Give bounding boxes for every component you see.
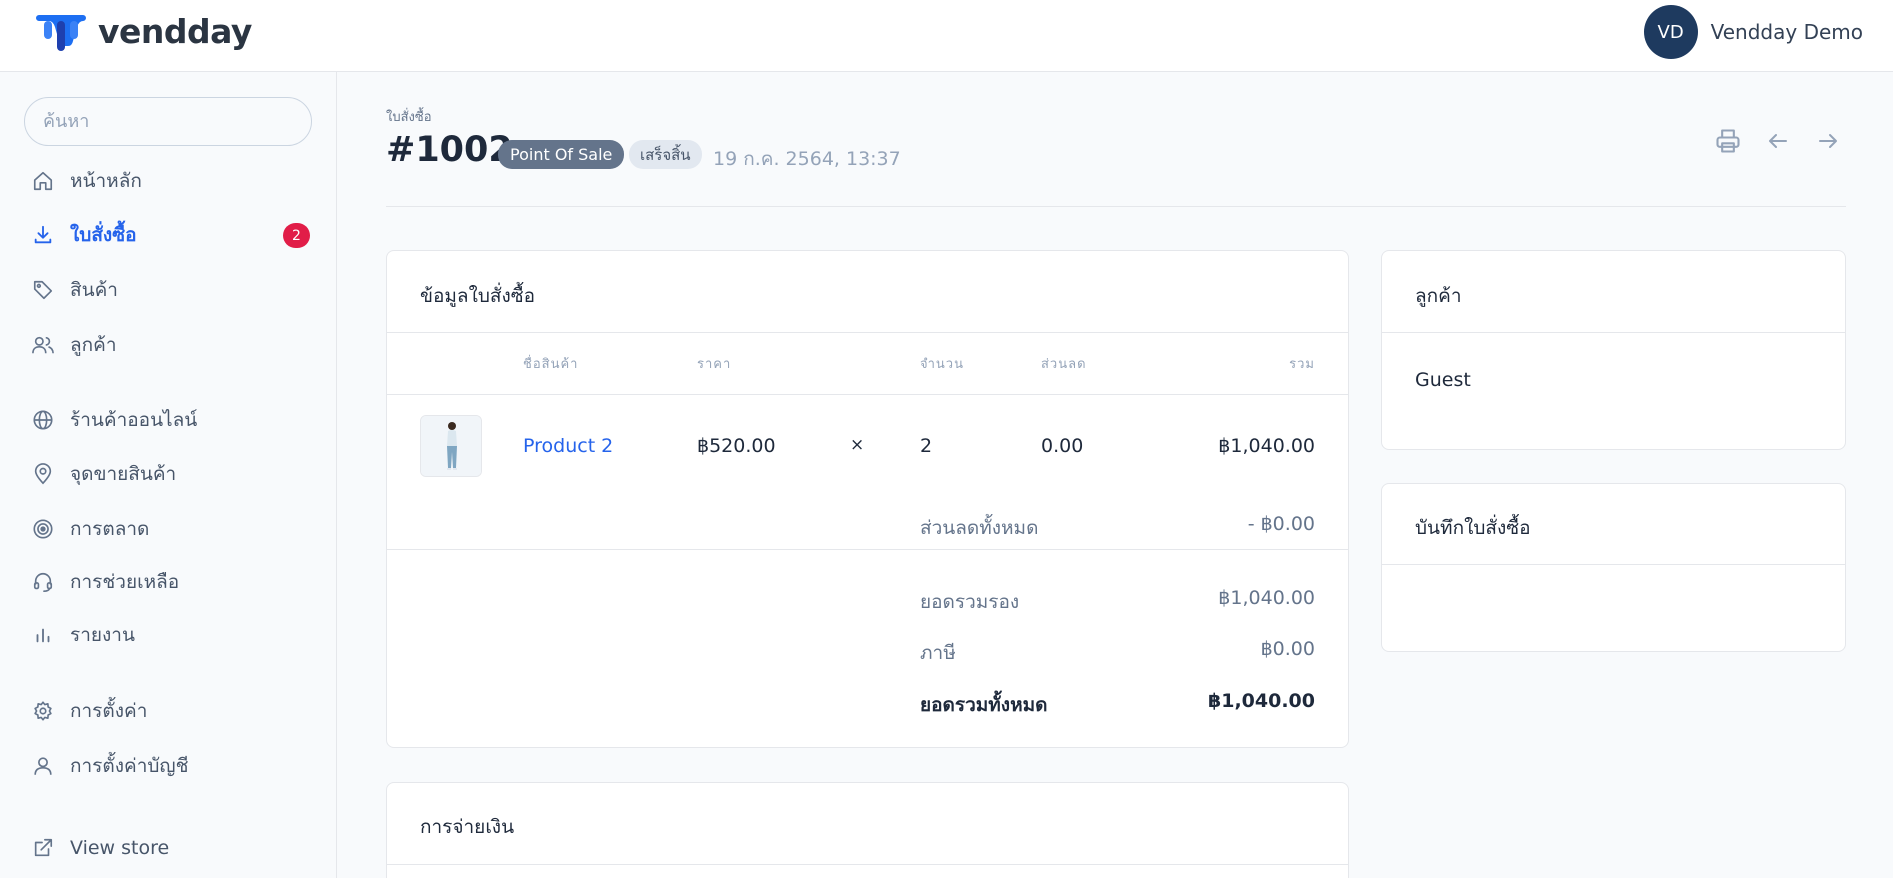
header-divider xyxy=(386,206,1846,207)
subtotal-value: ฿1,040.00 xyxy=(1218,587,1315,609)
sidebar-item-label: ร้านค้าออนไลน์ xyxy=(70,409,198,431)
subtotal-label: ยอดรวมรอง xyxy=(920,591,1020,613)
product-name-link[interactable]: Product 2 xyxy=(523,435,613,457)
sidebar-item-label: การตั้งค่า xyxy=(70,700,148,722)
source-badge: Point Of Sale xyxy=(498,140,625,169)
tax-value: ฿0.00 xyxy=(1260,638,1315,660)
sidebar-item-online-store[interactable]: ร้านค้าออนไลน์ xyxy=(30,402,310,438)
user-icon xyxy=(30,753,56,779)
card-divider xyxy=(1382,332,1845,333)
sidebar-item-help[interactable]: การช่วยเหลือ xyxy=(30,564,310,600)
sidebar-item-label: รายงาน xyxy=(70,624,135,646)
payment-title: การจ่ายเงิน xyxy=(420,816,515,838)
card-divider xyxy=(387,864,1348,865)
order-info-title: ข้อมูลใบสั่งซื้อ xyxy=(420,285,536,307)
brand-logo[interactable]: vendday xyxy=(36,12,252,51)
sidebar-item-account-settings[interactable]: การตั้งค่าบัญชี xyxy=(30,748,310,784)
users-icon xyxy=(30,332,56,358)
bar-chart-icon xyxy=(30,622,56,648)
orders-count-badge: 2 xyxy=(283,223,310,248)
print-button[interactable] xyxy=(1707,124,1749,158)
customer-name: Guest xyxy=(1415,369,1471,391)
avatar[interactable]: VD xyxy=(1643,5,1698,59)
order-actions xyxy=(1699,124,1849,158)
order-info-card: ข้อมูลใบสั่งซื้อ xyxy=(386,250,1349,748)
sidebar-item-label: ลูกค้า xyxy=(70,334,117,356)
grand-total-value: ฿1,040.00 xyxy=(1208,690,1315,712)
user-menu[interactable]: VD Vendday Demo xyxy=(1643,5,1863,59)
sidebar-item-settings[interactable]: การตั้งค่า xyxy=(30,693,310,729)
user-name[interactable]: Vendday Demo xyxy=(1711,20,1863,44)
column-header-qty: จำนวน xyxy=(920,357,964,372)
sidebar-item-pos[interactable]: จุดขายสินค้า xyxy=(30,456,310,492)
column-header-discount: ส่วนลด xyxy=(1041,357,1087,372)
sidebar-item-label: ใบสั่งซื้อ xyxy=(70,224,137,246)
product-thumbnail[interactable] xyxy=(420,415,482,477)
item-total: ฿1,040.00 xyxy=(1218,435,1315,457)
tax-label: ภาษี xyxy=(920,642,956,664)
external-link-icon xyxy=(30,835,56,861)
sidebar-item-products[interactable]: สินค้า xyxy=(30,272,310,308)
order-notes-title: บันทึกใบสั่งซื้อ xyxy=(1415,517,1531,539)
total-discount-label: ส่วนลดทั้งหมด xyxy=(920,517,1039,539)
page-title: #1002 xyxy=(386,130,513,170)
item-discount: 0.00 xyxy=(1041,435,1084,457)
view-store-link[interactable]: View store xyxy=(30,830,310,866)
column-header-total: รวม xyxy=(1289,357,1315,372)
grand-total-label: ยอดรวมทั้งหมด xyxy=(920,694,1048,716)
total-discount-value: - ฿0.00 xyxy=(1247,513,1315,535)
card-divider xyxy=(387,332,1348,333)
sidebar-item-label: สินค้า xyxy=(70,279,118,301)
card-divider xyxy=(1382,564,1845,565)
customer-card: ลูกค้า Guest xyxy=(1381,250,1846,450)
column-header-price: ราคา xyxy=(697,357,732,372)
sidebar-item-customers[interactable]: ลูกค้า xyxy=(30,327,310,363)
sidebar-item-label: View store xyxy=(70,837,170,859)
vendday-logo-icon xyxy=(36,14,86,51)
headset-icon xyxy=(30,569,56,595)
previous-order-button[interactable] xyxy=(1757,124,1799,158)
printer-icon xyxy=(1716,129,1740,153)
status-badge: เสร็จสิ้น xyxy=(629,140,702,169)
top-bar: vendday VD Vendday Demo xyxy=(0,0,1893,72)
target-icon xyxy=(30,516,56,542)
payment-card: การจ่ายเงิน xyxy=(386,782,1349,878)
sidebar-item-orders[interactable]: ใบสั่งซื้อ 2 xyxy=(30,217,310,253)
card-divider xyxy=(387,549,1348,550)
brand-name: vendday xyxy=(98,12,252,51)
card-divider xyxy=(387,394,1348,395)
arrow-left-icon xyxy=(1769,134,1787,148)
multiply-sign: × xyxy=(850,435,865,455)
sidebar-item-marketing[interactable]: การตลาด xyxy=(30,511,310,547)
next-order-button[interactable] xyxy=(1807,124,1849,158)
customer-title: ลูกค้า xyxy=(1415,285,1462,307)
sidebar-item-label: หน้าหลัก xyxy=(70,170,142,192)
download-icon xyxy=(30,222,56,248)
sidebar-item-home[interactable]: หน้าหลัก xyxy=(30,163,310,199)
globe-icon xyxy=(30,407,56,433)
sidebar-item-label: การตลาด xyxy=(70,518,150,540)
column-header-name: ชื่อสินค้า xyxy=(523,357,579,372)
sidebar-item-reports[interactable]: รายงาน xyxy=(30,617,310,653)
item-price: ฿520.00 xyxy=(697,435,776,457)
tag-icon xyxy=(30,277,56,303)
home-icon xyxy=(30,168,56,194)
sidebar-item-label: การช่วยเหลือ xyxy=(70,571,180,593)
search-input[interactable] xyxy=(24,97,312,146)
sidebar-item-label: จุดขายสินค้า xyxy=(70,463,177,485)
sidebar-item-label: การตั้งค่าบัญชี xyxy=(70,755,189,777)
map-pin-icon xyxy=(30,461,56,487)
breadcrumb[interactable]: ใบสั่งซื้อ xyxy=(386,106,432,127)
arrow-right-icon xyxy=(1819,134,1837,148)
order-date: 19 ก.ค. 2564, 13:37 xyxy=(713,148,901,170)
order-notes-card: บันทึกใบสั่งซื้อ xyxy=(1381,483,1846,652)
product-image xyxy=(421,416,481,476)
item-quantity: 2 xyxy=(920,435,933,457)
gear-icon xyxy=(30,698,56,724)
